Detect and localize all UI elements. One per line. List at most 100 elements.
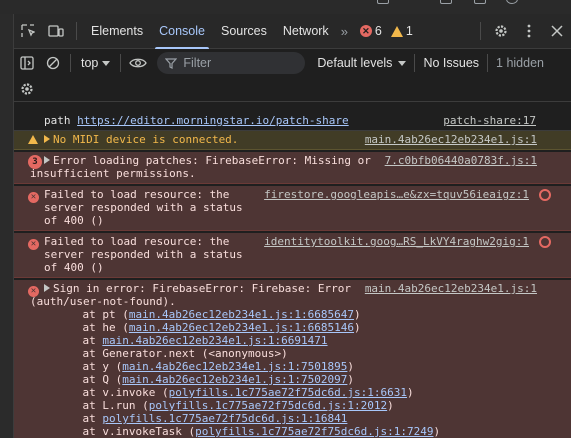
error-icon: ✕ [28,283,39,297]
log-text: path [44,114,78,127]
error-text: Sign in error: FirebaseError: Firebase: … [53,282,352,295]
network-request-icon[interactable] [539,189,551,201]
warning-count: 1 [405,24,413,38]
filter-funnel-icon [165,57,178,69]
tab-elements[interactable]: Elements [83,14,151,49]
stack-frame-text: ) [347,373,355,386]
console-error-row: 3 Error loading patches: FirebaseError: … [14,152,571,184]
stack-frame-text: at y ( [56,360,123,373]
network-request-icon[interactable] [539,236,551,248]
stack-frame-link[interactable]: main.4ab26ec12eb234e1.js:1:6685647 [129,308,354,321]
inspect-element-icon[interactable] [14,14,42,49]
stack-frame-text: at [56,412,103,425]
console-messages: path https://editor.morningstar.io/patch… [14,110,571,438]
source-link[interactable]: patch-share:17 [443,114,536,127]
console-toolbar-row2 [14,76,571,102]
stack-frame-link[interactable]: main.4ab26ec12eb234e1.js:1:7501895 [122,360,347,373]
device-toolbar-icon[interactable] [42,14,70,49]
source-link[interactable]: main.4ab26ec12eb234e1.js:1 [365,282,537,295]
context-label: top [81,56,99,70]
console-error-row: ✕ Sign in error: FirebaseError: Firebase… [14,280,571,438]
stack-frame-link[interactable]: main.4ab26ec12eb234e1.js:1:6685146 [129,321,354,334]
error-counter[interactable]: ✕ 6 1 [359,24,413,38]
context-selector[interactable]: top [75,56,116,70]
divider [487,54,489,72]
error-text: of 400 () [44,214,104,227]
stack-frame: at Q (main.4ab26ec12eb234e1.js:1:7502097… [30,373,565,386]
close-icon[interactable] [543,14,571,49]
tab-network[interactable]: Network [275,14,337,49]
error-text: server responded with a status [44,201,243,214]
error-text: (auth/user-not-found). [30,295,176,308]
more-tabs-icon[interactable]: » [337,24,352,39]
source-link[interactable]: firestore.googleapis…e&zx=tquv56ieaigz:1 [264,188,529,201]
log-link[interactable]: https://editor.morningstar.io/patch-shar… [77,114,349,127]
warning-icon [28,134,38,147]
divider [70,54,71,72]
tab-console[interactable]: Console [151,14,213,49]
warning-text: No MIDI device is connected. [53,133,239,146]
stack-frame-text: ) [347,360,355,373]
stack-frame-text: ) [407,386,414,399]
stack-frame-text: ) [387,399,394,412]
log-levels-dropdown[interactable]: Default levels [317,56,407,70]
stack-frame: at v.invoke (polyfills.1c775ae72f75dc6d.… [30,386,565,399]
divider [480,22,481,40]
issues-button[interactable]: No Issues [423,56,479,70]
stack-frame: at pt (main.4ab26ec12eb234e1.js:1:668564… [30,308,565,321]
clear-console-icon[interactable] [40,50,66,76]
stack-frame: at polyfills.1c775ae72f75dc6d.js:1:16841 [30,412,565,425]
error-icon: ✕ [359,25,372,37]
stack-frame-link[interactable]: polyfills.1c775ae72f75dc6d.js:1:7249 [195,425,433,438]
stack-frame-text: at v.invokeTask ( [56,425,196,438]
console-error-row: ✕ Failed to load resource: the server re… [14,186,571,231]
source-link[interactable]: 7.c0bfb06440a0783f.js:1 [385,154,537,167]
error-count: 6 [374,24,382,38]
filter-placeholder: Filter [183,56,212,70]
source-link[interactable]: identitytoolkit.goog…RS_LkVY4raghw2gig:1 [264,235,529,248]
chevron-down-icon [102,60,111,66]
stack-frame-text: at [56,334,103,347]
stack-frame-text: at pt ( [56,308,129,321]
source-link[interactable]: main.4ab26ec12eb234e1.js:1 [365,133,537,146]
expand-caret-icon[interactable] [44,135,50,143]
settings-gear-icon[interactable] [487,14,515,49]
stack-frame-link[interactable]: polyfills.1c775ae72f75dc6d.js:1:6631 [169,386,407,399]
stack-frame-link[interactable]: polyfills.1c775ae72f75dc6d.js:1:16841 [102,412,347,425]
profile-icon [506,0,518,4]
expand-caret-icon[interactable] [44,284,50,292]
error-icon: ✕ [28,189,39,203]
stack-frame-text: ) [354,308,361,321]
log-levels-label: Default levels [317,56,393,70]
stack-frame: at Generator.next (<anonymous>) [30,347,565,360]
stack-frame-link[interactable]: polyfills.1c775ae72f75dc6d.js:1:2012 [149,399,387,412]
stack-frame-link[interactable]: main.4ab26ec12eb234e1.js:1:7502097 [122,373,347,386]
expand-caret-icon[interactable] [44,156,50,164]
filter-input[interactable]: Filter [157,52,306,74]
stack-frame-text: at Q ( [56,373,123,386]
stack-frame-text: at Generator.next (<anonymous>) [56,347,288,360]
error-text: server responded with a status [44,248,243,261]
stack-frame: at main.4ab26ec12eb234e1.js:1:6691471 [30,334,565,347]
devtools-panel: Elements Console Sources Network » ✕ 6 1 [14,14,571,438]
page-edge [0,14,14,438]
stack-frame: at y (main.4ab26ec12eb234e1.js:1:7501895… [30,360,565,373]
error-icon: ✕ [28,236,39,250]
divider [120,54,122,72]
stack-frame-link[interactable]: main.4ab26ec12eb234e1.js:1:6691471 [102,334,327,347]
console-toolbar: top Filter Default levels No Issues 1 hi… [14,50,571,76]
sidebar-toggle-icon[interactable] [14,50,40,76]
console-settings-gear-icon[interactable] [14,76,40,102]
console-warning-row: No MIDI device is connected. main.4ab26e… [14,131,571,150]
tab-sources[interactable]: Sources [213,14,275,49]
stack-frame-text: at v.invoke ( [56,386,169,399]
stack-frame-text: ) [433,425,441,438]
repeat-count-badge: 3 [28,155,42,169]
stack-frame: at v.invokeTask (polyfills.1c775ae72f75d… [30,425,565,438]
live-expression-eye-icon[interactable] [125,50,151,76]
divider [414,54,416,72]
browser-top-strip [0,0,571,14]
kebab-menu-icon[interactable] [515,14,543,49]
error-text: Error loading patches: FirebaseError: Mi… [53,154,371,167]
divider [76,22,77,40]
